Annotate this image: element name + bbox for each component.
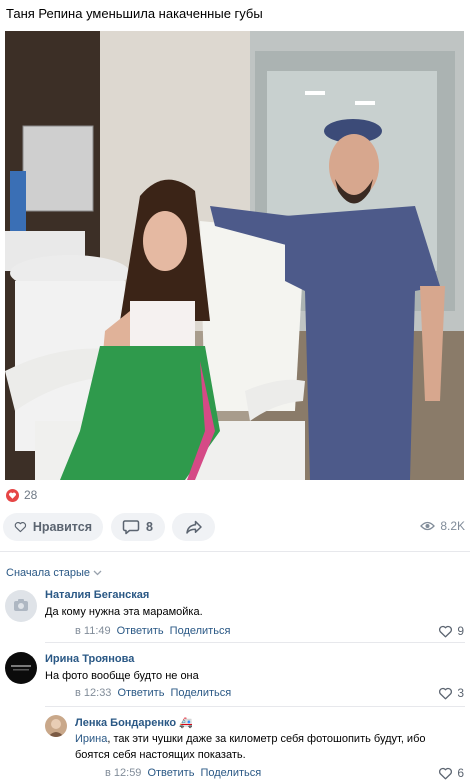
comment-meta: в 12:59 Ответить Поделиться (105, 767, 261, 779)
sort-label: Сначала старые (6, 567, 91, 579)
comment-like-button[interactable]: 3 (438, 686, 464, 700)
like-label: Нравится (32, 520, 92, 534)
reply-link[interactable]: Ответить (147, 767, 194, 779)
comment-icon (122, 520, 140, 535)
avatar-image (11, 665, 31, 671)
views-counter: 8.2K (420, 519, 465, 533)
comment-sort-dropdown[interactable]: Сначала старые (6, 567, 102, 579)
post-title: Таня Репина уменьшила накаченные губы (6, 6, 263, 21)
heart-outline-icon (439, 687, 453, 699)
comment-author[interactable]: Наталия Беганская (45, 589, 149, 601)
share-link[interactable]: Поделиться (170, 625, 231, 637)
comment-divider (45, 642, 465, 643)
comment-author[interactable]: Ленка Бондаренко 🚑 (75, 716, 193, 729)
divider (0, 551, 470, 552)
heart-icon (6, 488, 19, 502)
comment-button[interactable]: 8 (111, 513, 165, 541)
comment-like-button[interactable]: 6 (438, 766, 464, 780)
reactions-count: 28 (24, 488, 38, 502)
chevron-down-icon (93, 570, 102, 576)
comment-text-body: , так эти чушки даже за километр себя фо… (75, 733, 426, 761)
eye-icon (420, 521, 436, 531)
comment-author[interactable]: Ирина Троянова (45, 653, 134, 665)
comment-meta: в 11:49 Ответить Поделиться (75, 625, 230, 637)
comment-like-button[interactable]: 9 (438, 624, 464, 638)
comment-likes-count: 6 (457, 766, 464, 780)
heart-outline-icon (439, 625, 453, 637)
like-button[interactable]: Нравится (3, 513, 103, 541)
comments-count: 8 (146, 520, 153, 534)
reply-link[interactable]: Ответить (117, 687, 164, 699)
comment-text: На фото вообще будто не она (45, 670, 199, 682)
post-actions: Нравится 8 8.2K (3, 513, 465, 541)
comment-time[interactable]: в 12:33 (75, 687, 111, 699)
mention-link[interactable]: Ирина (75, 733, 107, 745)
comment-time[interactable]: в 12:59 (105, 767, 141, 779)
heart-outline-icon (14, 522, 27, 533)
comment-text: Да кому нужна эта марамойка. (45, 606, 203, 618)
reply-link[interactable]: Ответить (117, 625, 164, 637)
comment-time[interactable]: в 11:49 (75, 625, 111, 637)
views-count: 8.2K (440, 519, 465, 533)
avatar[interactable] (45, 715, 67, 737)
comment-likes-count: 9 (457, 624, 464, 638)
comment-reply-item: Ленка Бондаренко 🚑 Ирина, так эти чушки … (0, 713, 470, 783)
camera-icon (14, 599, 28, 611)
post-photo-image (5, 31, 464, 480)
comment-text: Ирина, так эти чушки даже за километр се… (75, 731, 460, 763)
comment-likes-count: 3 (457, 686, 464, 700)
avatar-image (48, 719, 64, 737)
share-button[interactable] (172, 513, 215, 541)
share-link[interactable]: Поделиться (170, 687, 231, 699)
comment-meta: в 12:33 Ответить Поделиться (75, 687, 231, 699)
comment-divider (45, 706, 465, 707)
heart-outline-icon (439, 767, 453, 779)
comment-item: Наталия Беганская Да кому нужна эта мара… (0, 588, 470, 643)
reactions-summary[interactable]: 28 (6, 488, 37, 502)
comment-item: Ирина Троянова На фото вообще будто не о… (0, 650, 470, 707)
avatar[interactable] (5, 652, 37, 684)
avatar[interactable] (5, 590, 37, 622)
share-link[interactable]: Поделиться (200, 767, 261, 779)
post-photo[interactable] (5, 31, 464, 480)
share-icon (185, 520, 202, 534)
